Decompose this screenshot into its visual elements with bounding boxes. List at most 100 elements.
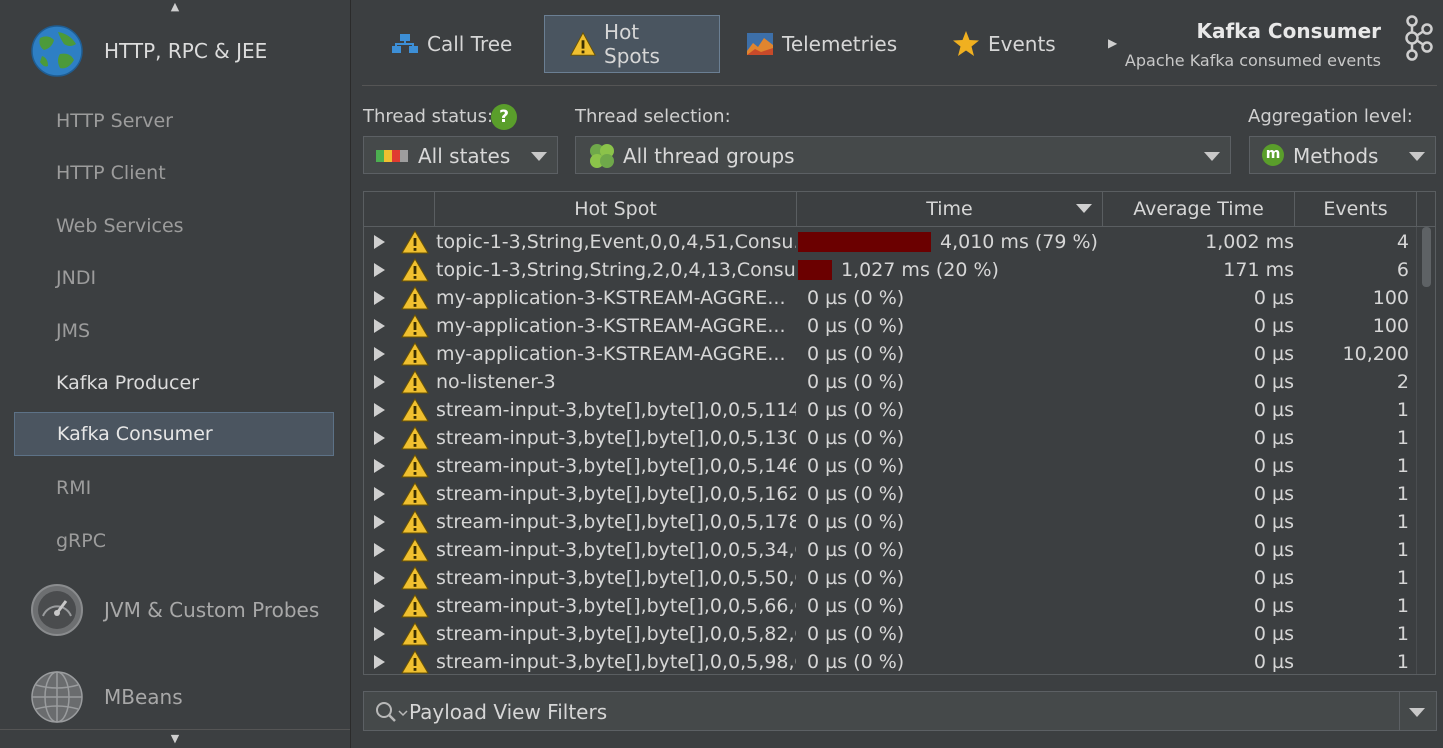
sidebar-item-kafka-consumer[interactable]: Kafka Consumer	[14, 412, 334, 456]
expand-arrow-icon[interactable]	[374, 375, 385, 389]
time-value: 0 µs (0 %)	[807, 287, 905, 309]
hot-spot-name: stream-input-3,byte[],byte[],0,0,5,98,C.…	[436, 651, 796, 673]
time-value: 0 µs (0 %)	[807, 595, 905, 617]
tab-call-tree[interactable]: Call Tree	[390, 15, 512, 73]
scrollbar-thumb[interactable]	[1422, 227, 1431, 287]
expand-arrow-icon[interactable]	[374, 487, 385, 501]
aggregation-level-dropdown[interactable]: m Methods	[1249, 136, 1436, 174]
warning-icon	[401, 650, 429, 674]
sidebar-item-http-client[interactable]: HTTP Client	[14, 151, 334, 195]
time-value: 0 µs (0 %)	[807, 343, 905, 365]
table-row[interactable]: no-listener-3 0 µs (0 %) 0 µs 2	[364, 368, 1416, 396]
average-time-value: 0 µs	[1253, 595, 1294, 617]
time-value: 0 µs (0 %)	[807, 371, 905, 393]
expand-arrow-icon[interactable]	[374, 347, 385, 361]
column-header-label: Time	[926, 198, 973, 220]
sidebar-item-jndi[interactable]: JNDI	[14, 256, 334, 300]
table-row[interactable]: stream-input-3,byte[],byte[],0,0,5,162,.…	[364, 480, 1416, 508]
average-time-value: 0 µs	[1253, 651, 1294, 673]
time-value: 0 µs (0 %)	[807, 427, 905, 449]
tab-hot-spots[interactable]: Hot Spots	[544, 15, 720, 73]
table-row[interactable]: my-application-3-KSTREAM-AGGRE... 0 µs (0…	[364, 284, 1416, 312]
table-row[interactable]: topic-1-3,String,String,2,0,4,13,Consu..…	[364, 256, 1416, 284]
globe-icon	[31, 25, 83, 77]
view-subtitle: Apache Kafka consumed events	[1124, 51, 1381, 70]
expand-arrow-icon[interactable]	[374, 655, 385, 669]
wireframe-globe-icon	[31, 671, 83, 723]
methods-icon: m	[1262, 144, 1284, 166]
dropdown-separator	[1399, 692, 1400, 730]
expand-arrow-icon[interactable]	[374, 319, 385, 333]
sidebar: ▲ HTTP, RPC & JEE HTTP Server HTTP Clien…	[0, 0, 351, 748]
table-row[interactable]: stream-input-3,byte[],byte[],0,0,5,66,C.…	[364, 592, 1416, 620]
column-header-time[interactable]: Time	[797, 192, 1103, 226]
events-value: 10,200	[1342, 343, 1409, 365]
sidebar-item-rmi[interactable]: RMI	[14, 466, 334, 510]
tab-events[interactable]: Events	[951, 15, 1056, 73]
time-value: 0 µs (0 %)	[807, 623, 905, 645]
table-row[interactable]: my-application-3-KSTREAM-AGGRE... 0 µs (0…	[364, 340, 1416, 368]
events-value: 1	[1396, 539, 1409, 561]
table-row[interactable]: stream-input-3,byte[],byte[],0,0,5,34,C.…	[364, 536, 1416, 564]
table-row[interactable]: stream-input-3,byte[],byte[],0,0,5,146,.…	[364, 452, 1416, 480]
table-row[interactable]: stream-input-3,byte[],byte[],0,0,5,50,C.…	[364, 564, 1416, 592]
category-http-rpc-jee[interactable]: HTTP, RPC & JEE	[30, 24, 267, 78]
help-icon[interactable]: ?	[491, 104, 517, 130]
sidebar-item-http-server[interactable]: HTTP Server	[14, 99, 334, 143]
scroll-up-arrow[interactable]: ▲	[167, 1, 183, 12]
column-header-hot-spot[interactable]: Hot Spot	[435, 192, 797, 226]
hot-spot-name: stream-input-3,byte[],byte[],0,0,5,34,C.…	[436, 539, 796, 561]
table-row[interactable]: stream-input-3,byte[],byte[],0,0,5,98,C.…	[364, 648, 1416, 674]
category-mbeans[interactable]: MBeans	[30, 670, 183, 724]
sidebar-item-web-services[interactable]: Web Services	[14, 204, 334, 248]
call-tree-icon	[392, 34, 418, 53]
table-row[interactable]: stream-input-3,byte[],byte[],0,0,5,114,.…	[364, 396, 1416, 424]
sidebar-item-jms[interactable]: JMS	[14, 309, 334, 353]
events-value: 4	[1396, 231, 1409, 253]
table-row[interactable]: topic-1-3,String,Event,0,0,4,51,Consu...…	[364, 228, 1416, 256]
expand-arrow-icon[interactable]	[374, 543, 385, 557]
events-value: 1	[1396, 651, 1409, 673]
category-jvm-custom-probes[interactable]: JVM & Custom Probes	[30, 583, 319, 637]
warning-icon	[401, 230, 429, 254]
column-header-expander[interactable]	[364, 192, 435, 226]
expand-arrow-icon[interactable]	[374, 403, 385, 417]
payload-view-filter-field[interactable]: Payload View Filters	[363, 691, 1437, 731]
sidebar-item-grpc[interactable]: gRPC	[14, 519, 334, 563]
warning-icon	[401, 426, 429, 450]
thread-status-dropdown[interactable]: All states	[363, 136, 558, 174]
table-row[interactable]: stream-input-3,byte[],byte[],0,0,5,178,.…	[364, 508, 1416, 536]
thread-selection-value: All thread groups	[623, 144, 795, 168]
expand-arrow-icon[interactable]	[374, 459, 385, 473]
column-header-events[interactable]: Events	[1295, 192, 1417, 226]
table-row[interactable]: my-application-3-KSTREAM-AGGRE... 0 µs (0…	[364, 312, 1416, 340]
hot-spot-name: stream-input-3,byte[],byte[],0,0,5,82,C.…	[436, 623, 796, 645]
sidebar-item-kafka-producer[interactable]: Kafka Producer	[14, 361, 334, 405]
column-header-average-time[interactable]: Average Time	[1103, 192, 1295, 226]
time-value: 0 µs (0 %)	[807, 399, 905, 421]
thread-status-label: Thread status:	[363, 106, 494, 127]
average-time-value: 0 µs	[1253, 399, 1294, 421]
chevron-down-icon	[1204, 152, 1220, 161]
expand-arrow-icon[interactable]	[374, 263, 385, 277]
vertical-scrollbar[interactable]	[1416, 227, 1435, 674]
expand-arrow-icon[interactable]	[374, 291, 385, 305]
telemetry-chart-icon	[747, 33, 773, 55]
expand-arrow-icon[interactable]	[374, 235, 385, 249]
scroll-down-arrow[interactable]: ▼	[167, 733, 183, 744]
tab-overflow-arrow[interactable]: ▶	[1108, 36, 1117, 50]
expand-arrow-icon[interactable]	[374, 627, 385, 641]
table-row[interactable]: stream-input-3,byte[],byte[],0,0,5,130,.…	[364, 424, 1416, 452]
chevron-down-icon[interactable]	[1409, 708, 1425, 717]
tab-telemetries[interactable]: Telemetries	[745, 15, 897, 73]
expand-arrow-icon[interactable]	[374, 599, 385, 613]
events-value: 2	[1396, 371, 1409, 393]
table-row[interactable]: stream-input-3,byte[],byte[],0,0,5,82,C.…	[364, 620, 1416, 648]
tab-label: Hot Spots	[604, 20, 660, 68]
expand-arrow-icon[interactable]	[374, 431, 385, 445]
aggregation-level-value: Methods	[1293, 144, 1379, 168]
header-divider	[364, 226, 1435, 227]
thread-selection-dropdown[interactable]: All thread groups	[575, 136, 1231, 174]
expand-arrow-icon[interactable]	[374, 571, 385, 585]
expand-arrow-icon[interactable]	[374, 515, 385, 529]
